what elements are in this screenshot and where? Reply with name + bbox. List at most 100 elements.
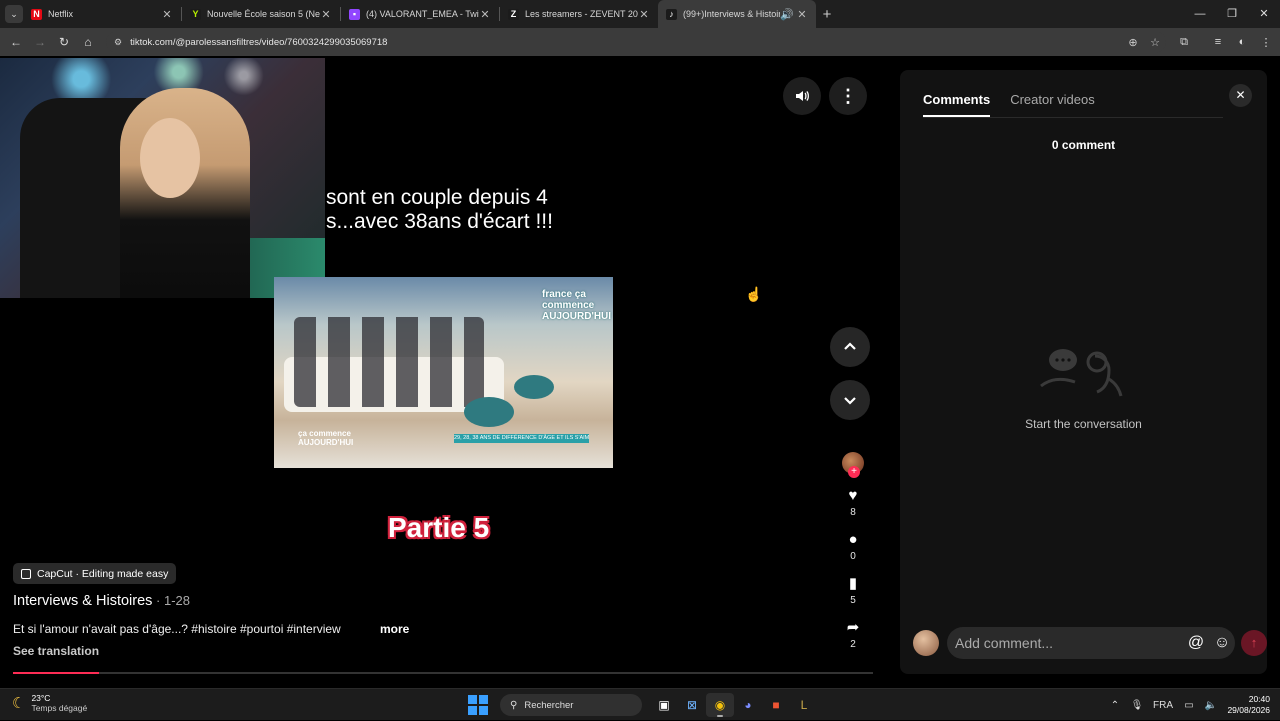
previous-video-button[interactable] <box>830 327 870 367</box>
more-options-button[interactable]: ⋮ <box>829 77 867 115</box>
site-info-icon[interactable]: ⚙ <box>114 37 122 48</box>
tv-lower-third: 29, 28, 38 ANS DE DIFFÉRENCE D'ÂGE ET IL… <box>454 434 589 443</box>
reload-icon[interactable]: ↻ <box>52 35 76 49</box>
chevron-down-icon <box>844 397 856 405</box>
forward-icon[interactable]: → <box>28 35 52 49</box>
vertical-dots-icon: ⋮ <box>839 85 857 106</box>
windows-taskbar: ☾ 23°C Temps dégagé ⚲ Rechercher ▣ ⊠ ◉ ◕… <box>0 688 1280 720</box>
tab-title: (99+)Interviews & Histoires <box>683 9 780 19</box>
next-video-button[interactable] <box>830 380 870 420</box>
bookmark-icon[interactable]: ▮ <box>840 576 866 592</box>
taskbar-search[interactable]: ⚲ Rechercher <box>500 694 642 716</box>
comment-bubble-icon[interactable]: ● <box>840 532 866 548</box>
red-app-icon[interactable]: ■ <box>762 693 790 717</box>
tab-comments[interactable]: Comments <box>923 92 991 117</box>
close-window-icon[interactable]: ✕ <box>1248 0 1280 28</box>
comments-panel: Comments Creator videos ✕ 0 comment Star… <box>900 70 1267 674</box>
capcut-badge[interactable]: CapCut · Editing made easy <box>13 563 177 584</box>
like-count: 8 <box>850 507 856 518</box>
follow-plus-icon[interactable]: + <box>848 466 860 478</box>
video-progress-bar[interactable] <box>13 672 873 674</box>
address-bar[interactable]: ⚙ tiktok.com/@parolessansfiltres/video/7… <box>106 31 1166 53</box>
comment-input[interactable]: Add comment... @ ☺ <box>947 627 1235 659</box>
close-tab-icon[interactable]: ✕ <box>479 8 491 21</box>
tab-twitch[interactable]: ▪ (4) VALORANT_EMEA - Twitch ✕ <box>341 0 499 28</box>
time: 20:40 <box>1248 694 1270 704</box>
task-view-icon[interactable]: ▣ <box>650 693 678 717</box>
share-arrow-icon[interactable]: ➦ <box>840 620 866 636</box>
emoji-icon[interactable]: ☺ <box>1209 634 1235 652</box>
creator-avatar[interactable]: + <box>842 452 864 478</box>
league-icon[interactable]: L <box>790 693 818 717</box>
comment-action[interactable]: ● 0 <box>840 532 866 563</box>
zoom-icon[interactable]: ⊕ <box>1122 36 1144 49</box>
extensions-icon[interactable]: ⧉ <box>1172 36 1196 49</box>
windows-start-icon[interactable] <box>468 695 488 715</box>
volume-icon[interactable]: 🔈 <box>1200 700 1222 711</box>
weather-widget[interactable]: ☾ 23°C Temps dégagé <box>12 693 87 713</box>
speaker-icon <box>796 91 809 101</box>
mention-icon[interactable]: @ <box>1183 634 1209 652</box>
like-action[interactable]: ♥ 8 <box>840 488 866 519</box>
discord-icon[interactable]: ◕ <box>734 693 762 717</box>
date: 29/08/2026 <box>1227 705 1270 715</box>
media-control-icon[interactable]: ≡ <box>1206 36 1230 49</box>
system-tray: ⌃ 🎙 FRA ▭ 🔈 20:40 29/08/2026 <box>1104 689 1280 721</box>
tab-creator-videos[interactable]: Creator videos <box>1010 92 1095 117</box>
video-title[interactable]: Interviews & Histoires · 1-28 <box>13 593 190 609</box>
close-tab-icon[interactable]: ✕ <box>638 8 650 21</box>
close-tab-icon[interactable]: ✕ <box>320 8 332 21</box>
close-panel-button[interactable]: ✕ <box>1229 84 1252 107</box>
language-indicator[interactable]: FRA <box>1148 700 1178 711</box>
y-favicon-icon: Y <box>190 8 201 20</box>
panel-tabs: Comments Creator videos <box>923 92 1115 117</box>
profile-avatar-icon[interactable]: ◐ <box>1230 36 1254 49</box>
restore-icon[interactable]: ❐ <box>1216 0 1248 28</box>
chrome-icon[interactable]: ◉ <box>706 693 734 717</box>
microphone-icon[interactable]: 🎙 <box>1126 700 1148 711</box>
tab-search-chevron-icon[interactable]: ⌄ <box>5 5 23 23</box>
more-link[interactable]: more <box>380 622 409 636</box>
close-tab-icon[interactable]: ✕ <box>161 8 173 21</box>
tab-title: Nouvelle École saison 5 (Netflix <box>207 9 320 19</box>
heart-icon[interactable]: ♥ <box>840 488 866 504</box>
hand-cursor-icon: ☝ <box>745 286 763 302</box>
volume-button[interactable] <box>783 77 821 115</box>
close-tab-icon[interactable]: ✕ <box>796 8 808 21</box>
tray-chevron-icon[interactable]: ⌃ <box>1104 700 1126 711</box>
tab-netflix[interactable]: N Netflix ✕ <box>23 0 181 28</box>
tiktok-favicon-icon: ♪ <box>666 8 677 20</box>
minimize-icon[interactable]: — <box>1184 0 1216 28</box>
url-text[interactable]: tiktok.com/@parolessansfiltres/video/760… <box>130 37 1122 48</box>
send-comment-button[interactable]: ↑ <box>1241 630 1267 656</box>
new-tab-button[interactable]: + <box>816 6 838 23</box>
panel-divider <box>923 117 1223 118</box>
save-action[interactable]: ▮ 5 <box>840 576 866 607</box>
tv-show-screenshot: france ça commence AUJOURD'HUI ça commen… <box>274 277 613 468</box>
bookmark-star-icon[interactable]: ☆ <box>1144 36 1166 49</box>
browser-toolbar: ← → ↻ ⌂ ⚙ tiktok.com/@parolessansfiltres… <box>0 28 1280 56</box>
streamer-webcam-image <box>0 58 325 298</box>
tab-zevent[interactable]: Z Les streamers - ZEVENT 2026 ✕ <box>500 0 658 28</box>
tiktok-video-page: sont en couple depuis 4 s...avec 38ans d… <box>0 56 1280 688</box>
taskbar-apps: ⚲ Rechercher ▣ ⊠ ◉ ◕ ■ L <box>468 693 818 717</box>
video-caption-text: sont en couple depuis 4 s...avec 38ans d… <box>326 186 553 233</box>
tab-audio-icon[interactable]: 🔊 <box>780 8 794 21</box>
comment-placeholder[interactable]: Add comment... <box>955 635 1183 651</box>
home-icon[interactable]: ⌂ <box>76 35 100 49</box>
network-icon[interactable]: ▭ <box>1178 700 1200 711</box>
weather-condition: Temps dégagé <box>31 703 88 713</box>
see-translation-link[interactable]: See translation <box>13 644 99 658</box>
tab-tiktok-active[interactable]: ♪ (99+)Interviews & Histoires 🔊 ✕ <box>658 0 816 28</box>
tab-nouvelle-ecole[interactable]: Y Nouvelle École saison 5 (Netflix ✕ <box>182 0 340 28</box>
share-action[interactable]: ➦ 2 <box>840 620 866 651</box>
progress-fill <box>13 672 99 674</box>
back-icon[interactable]: ← <box>4 35 28 49</box>
comment-count: 0 <box>850 551 856 562</box>
browser-menu-icon[interactable]: ⋮ <box>1254 36 1278 49</box>
xbox-icon[interactable]: ⊠ <box>678 693 706 717</box>
chevron-up-icon <box>844 342 856 350</box>
search-label: Rechercher <box>524 699 574 711</box>
clock[interactable]: 20:40 29/08/2026 <box>1222 694 1280 716</box>
close-icon: ✕ <box>1235 88 1246 102</box>
